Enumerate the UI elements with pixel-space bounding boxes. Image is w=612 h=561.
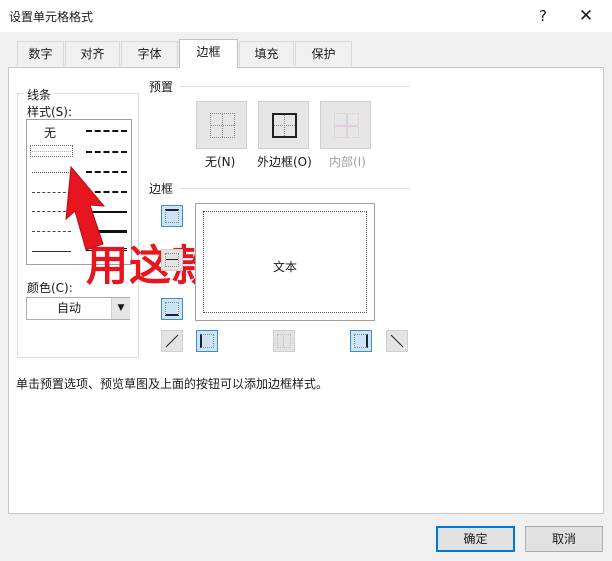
tab-border[interactable]: 边框 — [179, 39, 238, 68]
preset-none-button[interactable] — [196, 101, 247, 149]
border-right-button[interactable] — [350, 330, 372, 352]
border-diagonal-down-button[interactable] — [386, 330, 408, 352]
ok-button[interactable]: 确定 — [436, 526, 515, 552]
diagonal-up-icon — [165, 334, 179, 348]
border-top-icon — [165, 209, 179, 223]
border-left-icon — [200, 334, 214, 348]
diagonal-down-icon — [390, 334, 404, 348]
preset-none-icon — [210, 113, 235, 138]
preset-inside-button — [320, 101, 371, 149]
cancel-button[interactable]: 取消 — [525, 526, 603, 552]
border-inside-horizontal-button[interactable] — [161, 249, 183, 271]
preset-inside-icon — [334, 113, 359, 138]
presets-title: 预置 — [149, 80, 174, 94]
border-bottom-button[interactable] — [161, 298, 183, 320]
preview-text: 文本 — [273, 260, 298, 274]
border-top-button[interactable] — [161, 205, 183, 227]
preset-outline-button[interactable] — [258, 101, 309, 149]
border-diagonal-up-button[interactable] — [161, 330, 183, 352]
border-inside-vertical-icon — [277, 334, 291, 348]
preset-none-label: 无(N) — [205, 155, 236, 169]
border-preview[interactable]: 文本 — [195, 203, 375, 321]
border-title: 边框 — [149, 182, 174, 196]
border-bottom-icon — [165, 302, 179, 316]
preset-outline-icon — [272, 113, 297, 138]
preset-inside-label: 内部(I) — [329, 155, 366, 169]
hint-text: 单击预置选项、预览草图及上面的按钮可以添加边框样式。 — [16, 377, 329, 391]
border-inside-horizontal-icon — [165, 253, 179, 267]
border-divider — [180, 188, 410, 189]
presets-divider — [180, 86, 410, 87]
border-inside-vertical-button[interactable] — [273, 330, 295, 352]
preset-outline-label: 外边框(O) — [257, 155, 312, 169]
border-left-button[interactable] — [196, 330, 218, 352]
border-right-icon — [354, 334, 368, 348]
